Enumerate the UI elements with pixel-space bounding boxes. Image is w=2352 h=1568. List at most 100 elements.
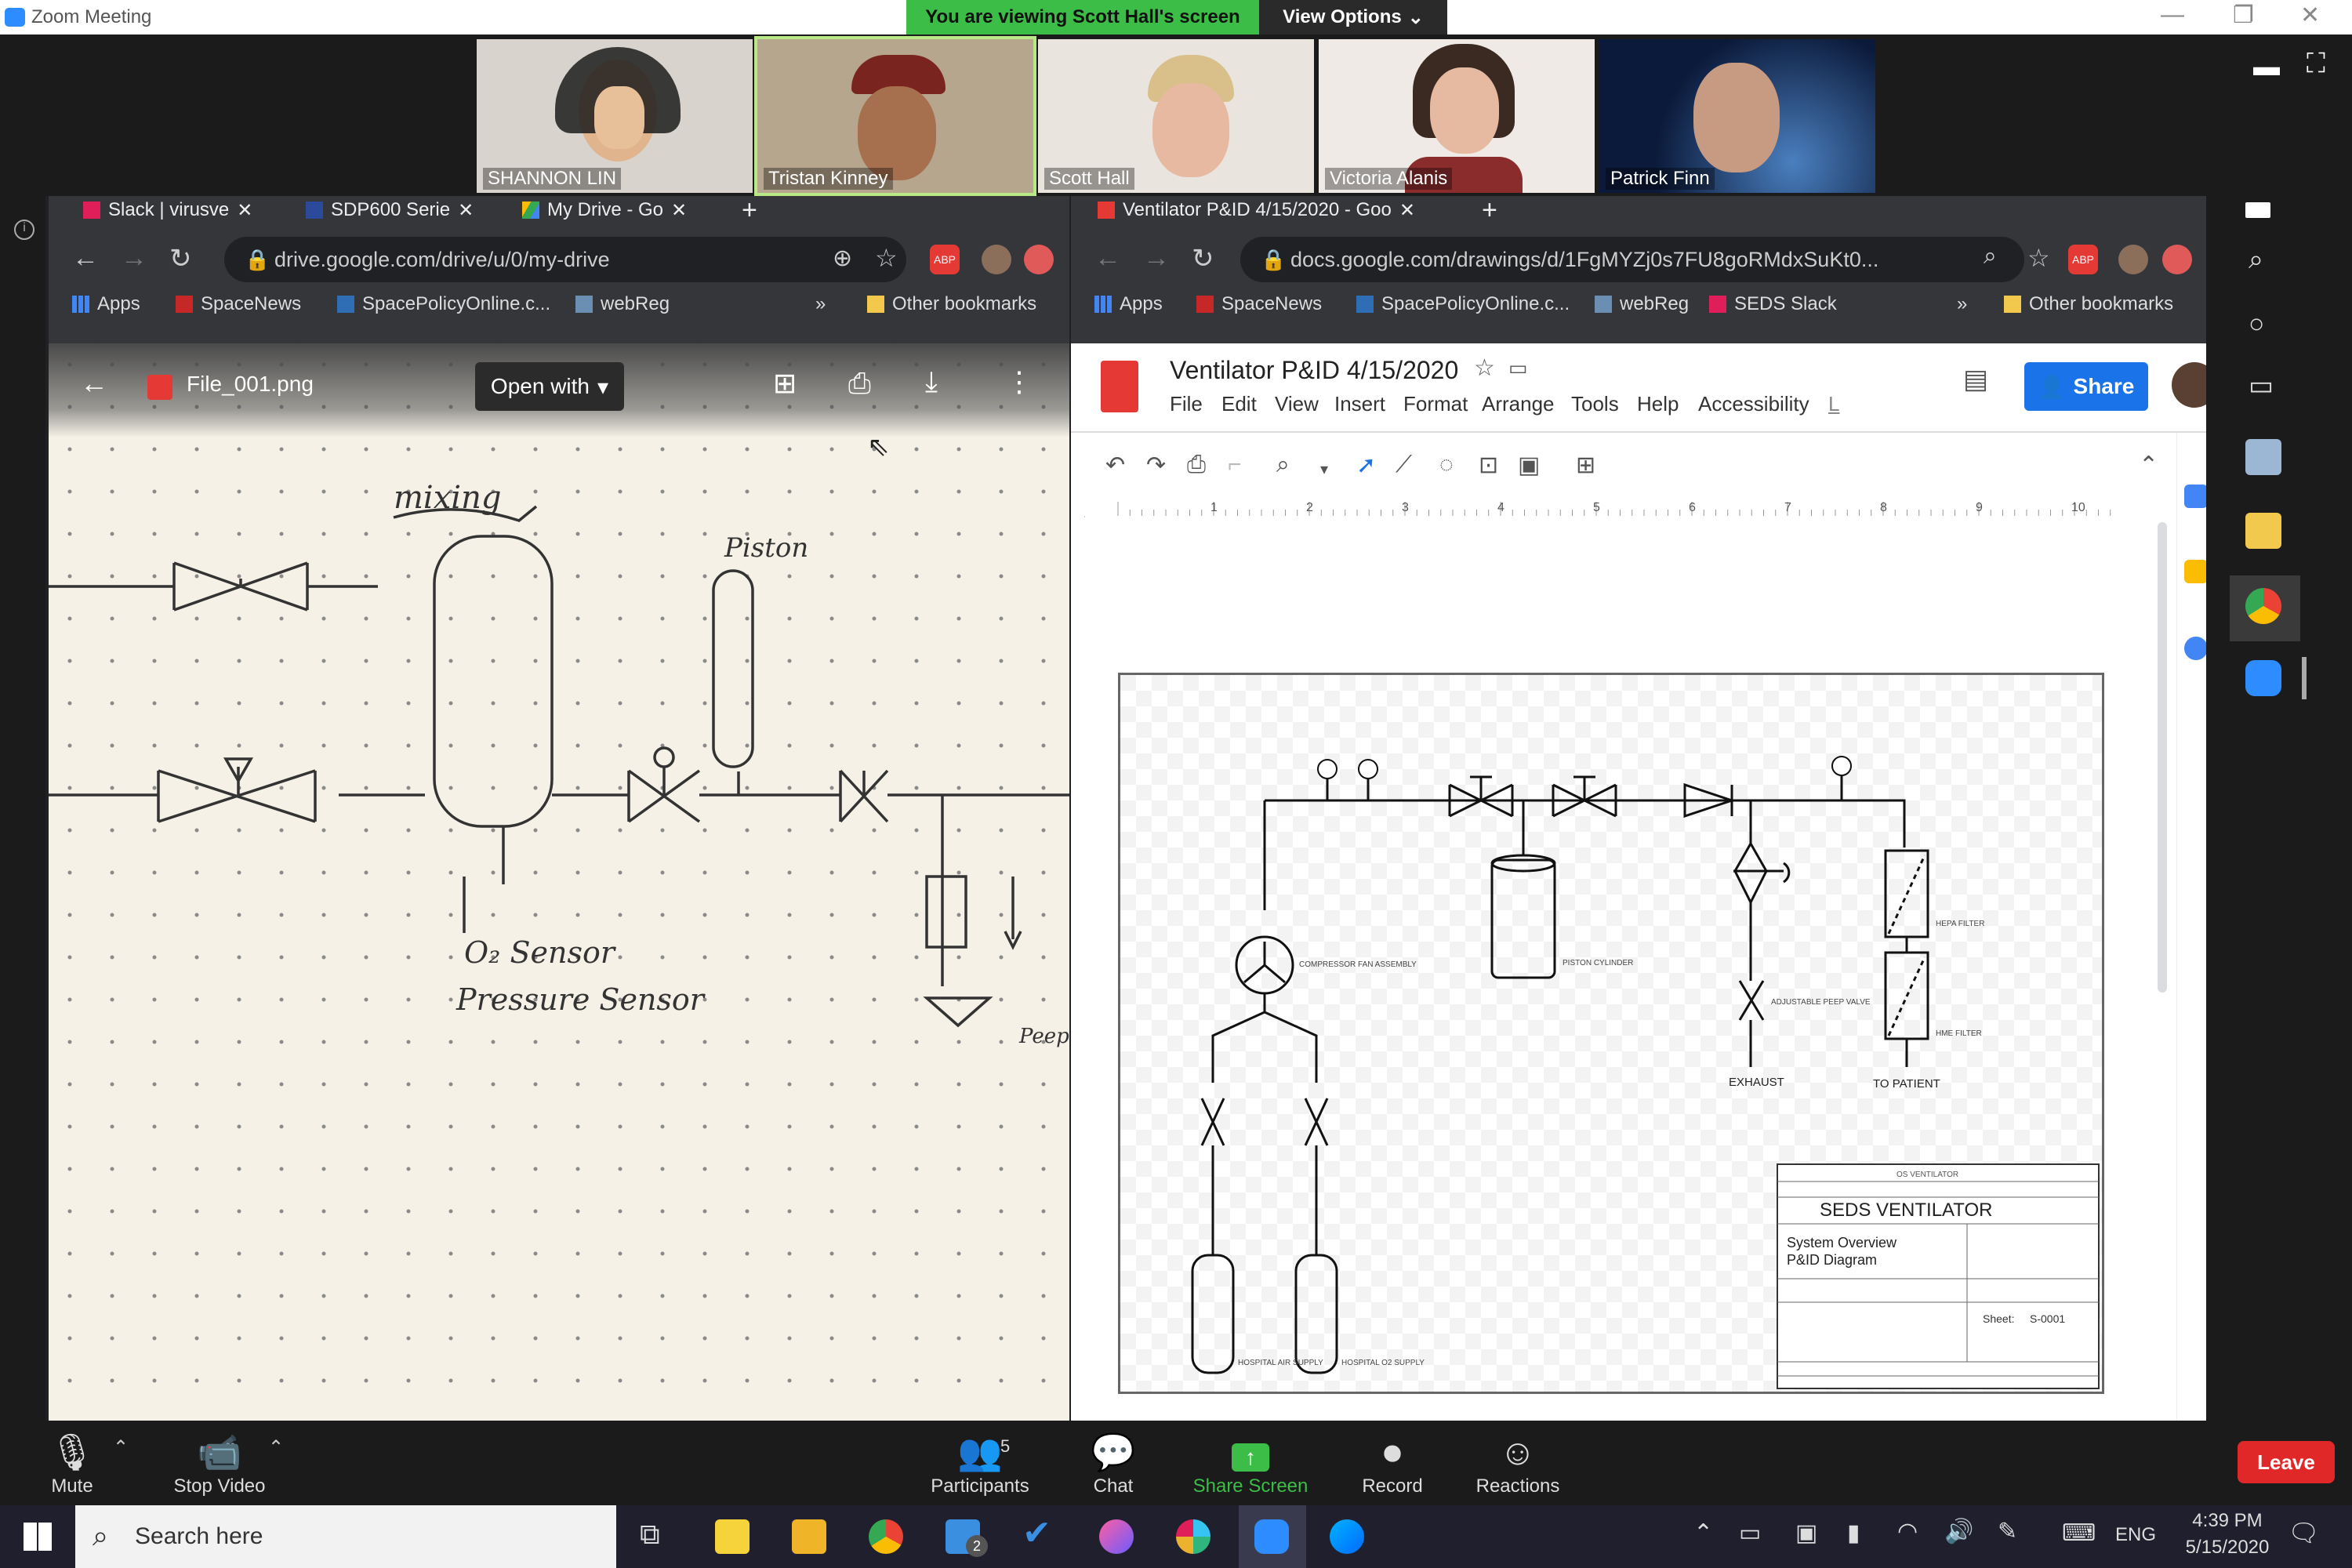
account-avatar[interactable] — [2172, 362, 2206, 408]
record-button[interactable]: ⏺ Record — [1338, 1428, 1447, 1497]
stop-video-button[interactable]: 📹 Stop Video — [165, 1428, 274, 1497]
bookmark-spacenews[interactable]: SpaceNews — [1196, 293, 1322, 315]
close-tab-icon[interactable]: ✕ — [671, 199, 687, 222]
select-icon[interactable]: ➚ — [1356, 452, 1376, 479]
update-icon[interactable] — [2162, 245, 2192, 274]
menu-format[interactable]: Format — [1403, 392, 1468, 416]
cortana-icon[interactable]: ○ — [2249, 309, 2265, 339]
windows-logo-icon[interactable] — [2245, 202, 2270, 218]
print-icon[interactable]: ⎙ — [1187, 452, 1206, 478]
notifications-icon[interactable]: 🗨 — [2288, 1518, 2320, 1548]
menu-view[interactable]: View — [1275, 392, 1319, 416]
new-tab-button[interactable]: + — [731, 195, 768, 225]
pen-icon[interactable]: ✎ — [1998, 1518, 2017, 1545]
bookmark-apps[interactable]: Apps — [72, 293, 140, 315]
participants-button[interactable]: 👥 Participants — [925, 1428, 1035, 1497]
open-with-button[interactable]: Open with ▾ — [475, 362, 624, 411]
update-icon[interactable] — [1024, 245, 1054, 274]
last-edit-link[interactable]: L — [1828, 392, 1839, 416]
insert-comment-icon[interactable]: ⊞ — [1576, 452, 1595, 479]
calendar-icon[interactable] — [2184, 485, 2206, 508]
paint-format-icon[interactable]: ⌐ — [1228, 452, 1242, 478]
fullscreen-icon[interactable]: ⛶ — [2307, 49, 2325, 79]
search-icon[interactable]: ⌕ — [2249, 245, 2263, 275]
bookmark-webreg[interactable]: webReg — [1595, 293, 1689, 315]
other-bookmarks[interactable]: Other bookmarks — [2004, 293, 2173, 315]
reload-icon[interactable]: ↻ — [1192, 243, 1214, 274]
adblock-icon[interactable]: ABP — [930, 245, 960, 274]
chrome-icon[interactable] — [869, 1519, 903, 1554]
reload-icon[interactable]: ↻ — [169, 243, 192, 274]
bookmark-spacenews[interactable]: SpaceNews — [176, 293, 301, 315]
star-icon[interactable]: ☆ — [1474, 354, 1495, 382]
browser-tab-active[interactable]: Ventilator P&ID 4/15/2020 - Goo ✕ — [1087, 196, 1460, 224]
move-folder-icon[interactable]: ▭ — [1508, 356, 1528, 380]
leave-button[interactable]: Leave — [2238, 1441, 2335, 1483]
participant-tile[interactable]: SHANNON LIN — [477, 39, 753, 193]
zoom-caret-icon[interactable]: ▾ — [1320, 459, 1328, 479]
close-tab-icon[interactable]: ✕ — [1399, 199, 1415, 222]
profile-avatar[interactable] — [982, 245, 1011, 274]
bookmarks-overflow[interactable]: » — [1957, 293, 1967, 315]
tasks-icon[interactable] — [2184, 637, 2206, 660]
menu-accessibility[interactable]: Accessibility — [1698, 392, 1809, 416]
restore-icon[interactable]: ❐ — [2233, 2, 2254, 29]
doc-title[interactable]: Ventilator P&ID 4/15/2020 — [1170, 356, 1458, 385]
bookmark-spacepolicy[interactable]: SpacePolicyOnline.c... — [337, 293, 550, 315]
messenger-icon[interactable] — [1330, 1519, 1364, 1554]
todo-check-icon[interactable]: ✔ — [1022, 1513, 1051, 1553]
minimize-icon[interactable]: — — [2161, 2, 2184, 28]
star-icon[interactable]: ☆ — [2027, 243, 2050, 273]
address-bar[interactable]: docs.google.com/drawings/d/1FgMYZj0s7FU8… — [1240, 237, 2024, 282]
language-indicator[interactable]: ENG — [2115, 1524, 2156, 1546]
zoom-icon[interactable]: ⌕ — [1276, 452, 1290, 478]
comments-icon[interactable]: ▤ — [1963, 364, 1988, 395]
back-icon[interactable]: ← — [72, 243, 99, 274]
info-icon[interactable]: i — [14, 220, 34, 240]
mute-button[interactable]: 🎙 Mute — [17, 1428, 127, 1497]
volume-icon[interactable]: 🔊 — [1944, 1518, 1973, 1545]
redo-icon[interactable]: ↷ — [1146, 452, 1166, 479]
back-icon[interactable]: ← — [1094, 243, 1121, 274]
clock-date[interactable]: 5/15/2020 — [2184, 1537, 2270, 1559]
drawing-canvas[interactable]: COMPRESSOR FAN ASSEMBLY PISTON CYLINDER … — [1118, 673, 2104, 1394]
show-hidden-icons-icon[interactable]: ⌃ — [1693, 1519, 1713, 1547]
browser-tab-active[interactable]: My Drive - Go ✕ — [511, 196, 723, 224]
other-bookmarks[interactable]: Other bookmarks — [867, 293, 1036, 315]
sticky-notes-icon[interactable] — [715, 1519, 750, 1554]
display-icon[interactable]: ▭ — [1739, 1519, 1761, 1547]
browser-tab[interactable]: SDP600 Serie ✕ — [295, 196, 506, 224]
close-tab-icon[interactable]: ✕ — [458, 199, 474, 222]
address-bar[interactable]: drive.google.com/drive/u/0/my-drive — [224, 237, 906, 282]
bookmark-apps[interactable]: Apps — [1094, 293, 1163, 315]
taskbar-search-box[interactable]: ⌕ Search here — [75, 1505, 616, 1568]
wifi-icon[interactable]: ◠ — [1897, 1518, 1918, 1545]
bookmark-spacepolicy[interactable]: SpacePolicyOnline.c... — [1356, 293, 1570, 315]
zoom-app-icon[interactable] — [1254, 1519, 1289, 1554]
print-icon[interactable]: ⎙ — [848, 367, 871, 401]
browser-tab[interactable]: Slack | virusve ✕ — [72, 196, 292, 224]
zoom-app-icon[interactable] — [2245, 660, 2281, 696]
line-icon[interactable]: ⟋ — [1396, 452, 1412, 478]
video-options-caret-icon[interactable]: ⌃ — [268, 1436, 284, 1459]
zoom-page-icon[interactable]: ⌕ — [1984, 243, 1997, 270]
audio-options-caret-icon[interactable]: ⌃ — [113, 1436, 129, 1459]
shape-icon[interactable]: ◌ — [1439, 452, 1454, 478]
back-arrow-icon[interactable]: ← — [80, 367, 108, 400]
collapse-toolbar-icon[interactable]: ⌃ — [2139, 452, 2158, 479]
share-button[interactable]: 👤 Share — [2024, 362, 2148, 411]
share-screen-button[interactable]: ↑ Share Screen — [1184, 1428, 1317, 1497]
close-tab-icon[interactable]: ✕ — [237, 199, 252, 222]
add-to-drive-icon[interactable]: ⊞ — [773, 367, 797, 400]
image-icon[interactable]: ▣ — [1518, 452, 1540, 479]
profile-avatar[interactable] — [2118, 245, 2148, 274]
file-explorer-icon[interactable] — [792, 1519, 826, 1554]
text-box-icon[interactable]: ⊡ — [1479, 452, 1498, 479]
clock-time[interactable]: 4:39 PM — [2184, 1510, 2270, 1532]
new-tab-button[interactable]: + — [1471, 195, 1508, 225]
more-vert-icon[interactable]: ⋮ — [1005, 365, 1033, 398]
file-explorer-icon[interactable] — [2245, 513, 2281, 549]
slack-app-icon[interactable] — [1176, 1519, 1210, 1554]
itunes-icon[interactable] — [1099, 1519, 1134, 1554]
close-icon[interactable]: ✕ — [2300, 2, 2320, 29]
